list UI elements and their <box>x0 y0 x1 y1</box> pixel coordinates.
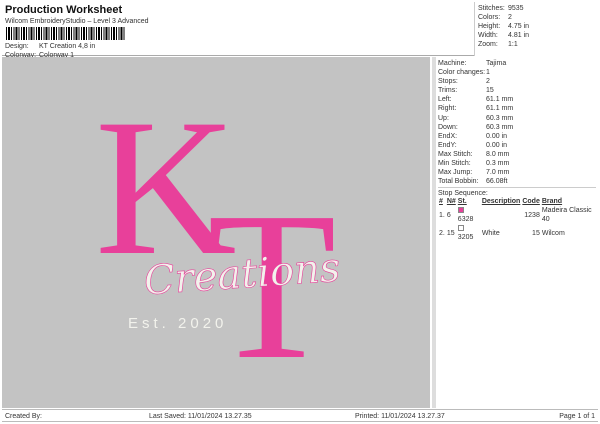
stitches: 3205 <box>457 234 474 242</box>
stat-label: Height: <box>478 23 501 30</box>
barcode <box>6 27 126 40</box>
stat-value: 4.75 in <box>508 23 530 30</box>
stat-value: 4.81 in <box>508 32 530 39</box>
printed-date: Printed: 11/01/2024 13.27.37 <box>355 413 445 420</box>
stat-label: EndY: <box>438 141 457 149</box>
software-name: Wilcom EmbroideryStudio – Level 3 Advanc… <box>5 18 149 25</box>
stat-value: 7.0 mm <box>486 169 510 177</box>
table-row: 1. 6 6328 1238 Madeira Classic 40 <box>438 206 596 224</box>
stat-value: 2 <box>486 78 490 86</box>
column-header: Brand <box>541 198 563 206</box>
stat-label: Color changes: <box>438 69 486 77</box>
stat-value: 1:1 <box>508 41 518 48</box>
last-saved: Last Saved: 11/01/2024 13.27.35 <box>149 413 252 420</box>
page-title: Production Worksheet <box>5 4 123 16</box>
brand: Wilcom <box>541 229 565 237</box>
stat-row: EndY: 0.00 in <box>438 141 596 150</box>
stat-row: Max Stitch: 8.0 mm <box>438 150 596 159</box>
stat-row: Color changes: 1 <box>438 68 596 77</box>
est-text: Est. 2020 <box>128 315 227 332</box>
stat-label: Max Stitch: <box>438 150 473 158</box>
column-header: St. <box>457 198 467 206</box>
stat-row: Height: 4.75 in <box>478 22 595 31</box>
stat-row: Left: 61.1 mm <box>438 95 596 104</box>
stitches: 6328 <box>457 216 474 224</box>
brand: Madeira Classic 40 <box>541 207 592 224</box>
created-by: Created By: <box>5 413 42 420</box>
column-header: Code <box>522 198 540 206</box>
stat-row: Right: 61.1 mm <box>438 104 596 113</box>
stat-label: Total Bobbin: <box>438 178 479 186</box>
stat-value: 66.08ft <box>486 178 508 186</box>
stat-value: 1 <box>486 69 490 77</box>
stat-row: Max Jump: 7.0 mm <box>438 168 596 177</box>
column-header: # <box>439 198 443 206</box>
design-preview: K T Creations Est. 2020 <box>2 57 430 408</box>
column-header: Description <box>481 198 521 206</box>
stat-label: Up: <box>438 114 449 122</box>
page-number: Page 1 of 1 <box>559 413 595 420</box>
stat-label: Down: <box>438 123 458 131</box>
description: White <box>481 229 500 237</box>
code: 1238 <box>524 211 540 219</box>
stat-value: 2 <box>508 14 512 21</box>
needle: 6 <box>446 211 451 219</box>
footer: Created By: Last Saved: 11/01/2024 13.27… <box>2 409 598 422</box>
stat-value: 60.3 mm <box>486 114 514 122</box>
stat-label: Trims: <box>438 87 458 95</box>
stat-label: EndX: <box>438 132 458 140</box>
table-row: 2. 15 3205 White 15 Wilcom <box>438 224 596 242</box>
stat-row: Up: 60.3 mm <box>438 114 596 123</box>
stat-label: Right: <box>438 105 457 113</box>
stop-number: 1. <box>439 211 445 219</box>
stat-value: 0.00 in <box>486 141 508 149</box>
stat-row: Machine: Tajima <box>438 59 596 68</box>
stat-label: Colors: <box>478 14 501 21</box>
stat-row: Down: 60.3 mm <box>438 123 596 132</box>
stat-label: Zoom: <box>478 41 498 48</box>
stat-label: Left: <box>438 96 452 104</box>
machine-info-panel: Machine: Tajima Color changes: 1 Stops: 2 Trim… <box>432 57 598 408</box>
stat-value: 8.0 mm <box>486 150 510 158</box>
stat-value: 61.1 mm <box>486 96 514 104</box>
stat-row: EndX: 0.00 in <box>438 132 596 141</box>
stat-row: Min Stitch: 0.3 mm <box>438 159 596 168</box>
design-name: KT Creation 4,8 in <box>39 43 96 50</box>
design-label: Design: <box>5 43 29 50</box>
stat-label: Min Stitch: <box>438 160 471 168</box>
column-header: N# <box>446 198 456 206</box>
stat-value: 9535 <box>508 5 524 12</box>
stat-label: Stops: <box>438 78 458 86</box>
stat-row: Colors: 2 <box>478 13 595 22</box>
needle: 15 <box>446 229 455 237</box>
stat-label: Stitches: <box>478 5 505 12</box>
code: 15 <box>532 229 540 237</box>
description <box>481 206 522 224</box>
stat-value: Tajima <box>486 60 507 67</box>
stop-sequence-label: Stop Sequence: <box>438 187 596 198</box>
stat-value: 60.3 mm <box>486 123 514 131</box>
worksheet-header: Production Worksheet Wilcom EmbroiderySt… <box>2 2 474 59</box>
stat-row: Width: 4.81 in <box>478 31 595 40</box>
stat-label: Max Jump: <box>438 169 473 177</box>
design-stats: Stitches: 9535 Colors: 2 Height: 4.75 in Width… <box>474 2 598 56</box>
stat-row: Trims: 15 <box>438 86 596 95</box>
stat-label: Width: <box>478 32 498 39</box>
color-swatch <box>457 225 464 232</box>
stat-row: Stops: 2 <box>438 77 596 86</box>
stat-row: Total Bobbin: 66.08ft <box>438 177 596 186</box>
color-swatch <box>457 207 464 214</box>
stat-value: 0.3 mm <box>486 160 510 168</box>
stop-number: 2. <box>439 229 445 237</box>
embroidery-artwork: K T Creations Est. 2020 <box>95 79 342 403</box>
stat-label: Machine: <box>438 60 467 67</box>
stat-value: 0.00 in <box>486 132 508 140</box>
stat-row: Zoom: 1:1 <box>478 40 595 49</box>
stop-sequence-table: # N# St. Description Code Brand 1. 6 6328 1238 M… <box>438 198 596 242</box>
stat-value: 61.1 mm <box>486 105 514 113</box>
stat-row: Stitches: 9535 <box>478 4 595 13</box>
stat-value: 15 <box>486 87 494 95</box>
